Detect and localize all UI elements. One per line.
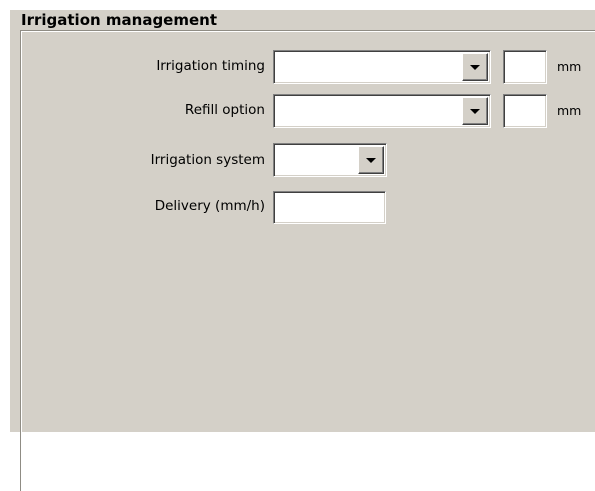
refill-option-unit: mm xyxy=(557,103,582,118)
irrigation-system-dropdown-button[interactable] xyxy=(358,146,384,174)
refill-option-amount-input[interactable] xyxy=(503,94,547,128)
group-title: Irrigation management xyxy=(18,11,222,29)
irrigation-system-label: Irrigation system xyxy=(150,152,265,168)
irrigation-timing-dropdown-button[interactable] xyxy=(462,53,488,81)
delivery-label: Delivery (mm/h) xyxy=(154,198,265,214)
irrigation-timing-amount-input[interactable] xyxy=(503,50,547,84)
irrigation-timing-unit: mm xyxy=(557,59,582,74)
chevron-down-icon xyxy=(366,158,376,163)
delivery-rate-input[interactable] xyxy=(273,191,386,224)
refill-option-dropdown[interactable] xyxy=(273,94,491,128)
chevron-down-icon xyxy=(470,65,480,70)
refill-option-dropdown-button[interactable] xyxy=(462,97,488,125)
chevron-down-icon xyxy=(470,109,480,114)
irrigation-timing-label: Irrigation timing xyxy=(156,58,265,74)
refill-option-label: Refill option xyxy=(184,102,265,118)
irrigation-system-dropdown[interactable] xyxy=(273,143,387,177)
irrigation-timing-dropdown[interactable] xyxy=(273,50,491,84)
